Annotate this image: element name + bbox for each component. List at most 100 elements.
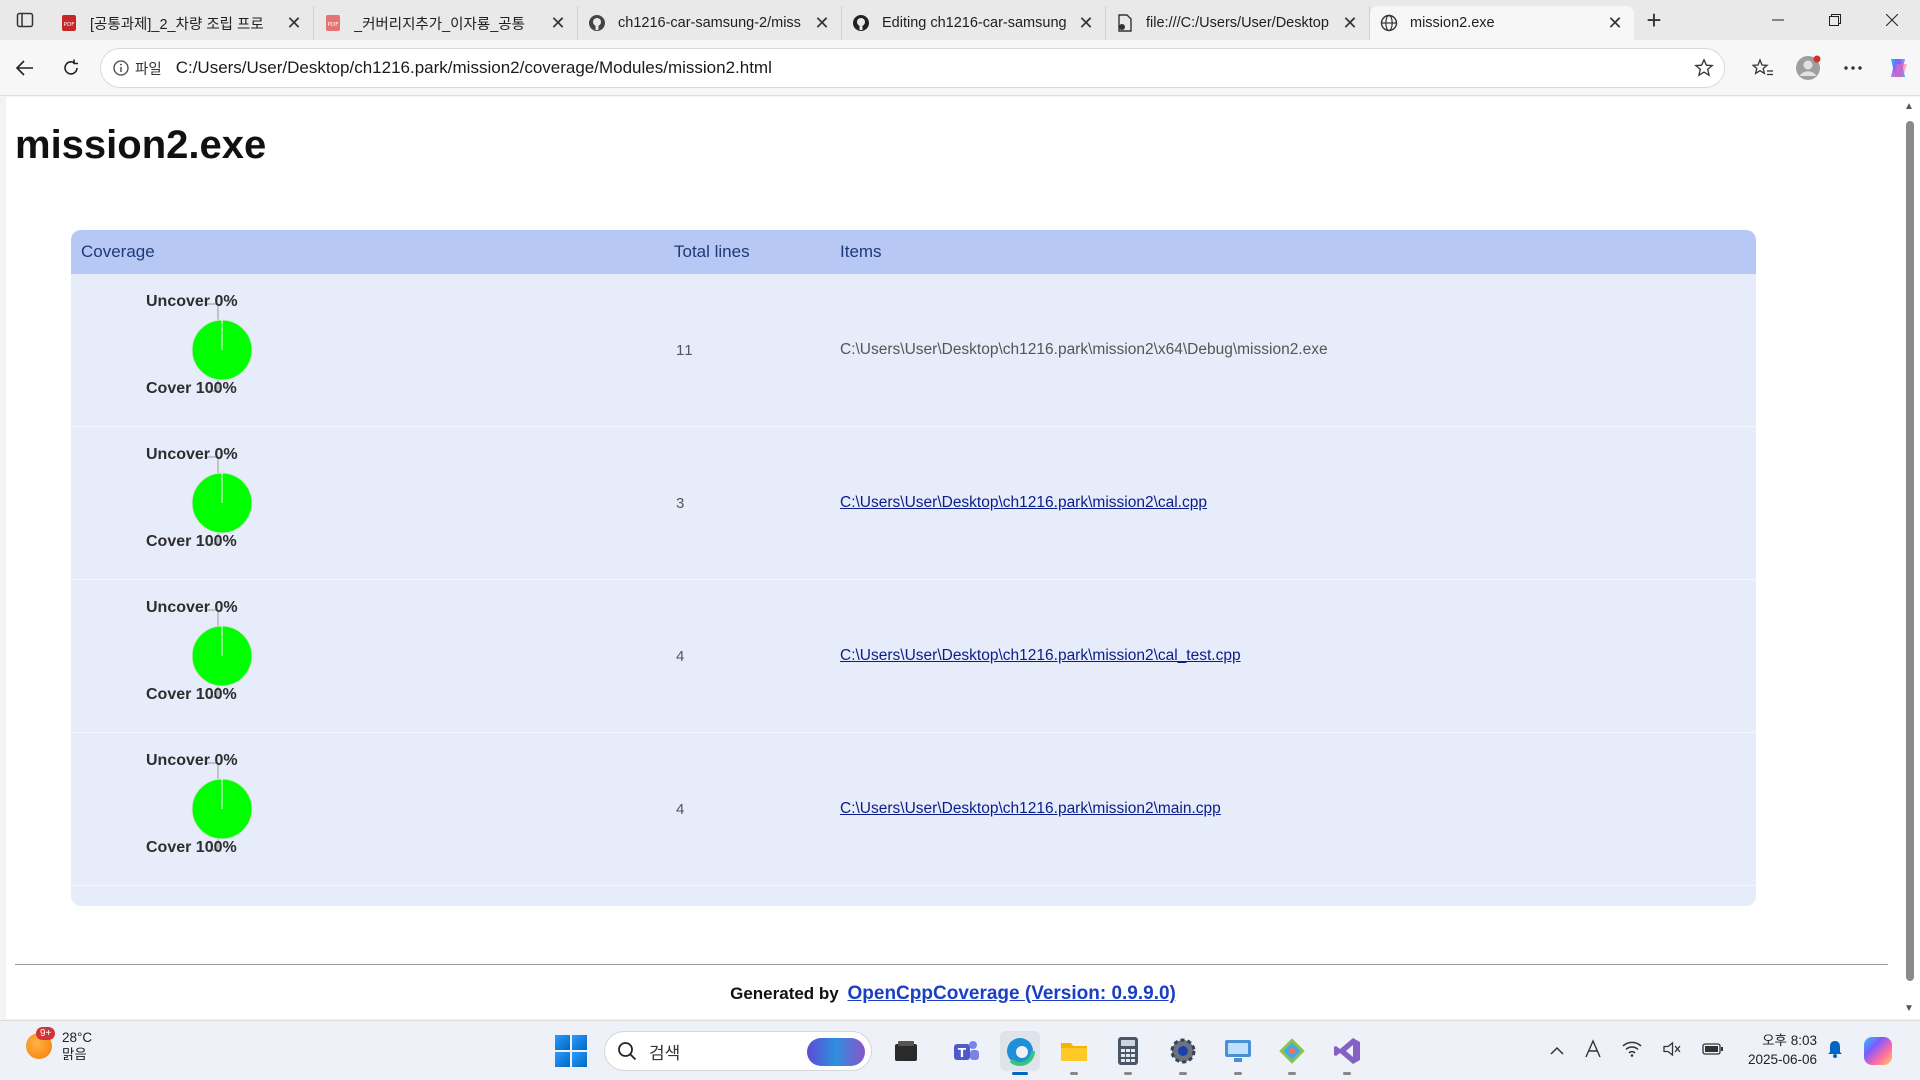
restore-button[interactable]: [1806, 0, 1863, 40]
page-title: mission2.exe: [15, 123, 267, 167]
table-row: Uncover 0% Cover 100% 11 C:\Users\User\D…: [71, 274, 1756, 427]
cover-label: Cover 100%: [146, 379, 237, 397]
notification-bell-icon[interactable]: [1826, 1039, 1844, 1064]
ime-icon[interactable]: [1584, 1039, 1602, 1064]
calculator-icon[interactable]: [1108, 1031, 1148, 1075]
item-link[interactable]: C:\Users\User\Desktop\ch1216.park\missio…: [840, 647, 1241, 664]
cover-label: Cover 100%: [146, 532, 237, 550]
pdf-icon: PDF: [324, 14, 342, 32]
restore-icon: [1828, 14, 1841, 26]
profile-button[interactable]: [1785, 48, 1830, 88]
minimize-icon: [1771, 19, 1784, 21]
footer: Generated by OpenCppCoverage (Version: 0…: [6, 983, 1900, 1005]
header-total-lines: Total lines: [674, 242, 750, 261]
coverage-pie-cell: Uncover 0% Cover 100%: [71, 427, 674, 580]
clock-time: 오후 8:03: [1762, 1033, 1817, 1048]
browser-toolbar: 파일 C:/Users/User/Desktop/ch1216.park/mis…: [0, 40, 1920, 96]
weather-condition: 맑음: [62, 1047, 87, 1062]
git-icon[interactable]: [1272, 1031, 1312, 1075]
coverage-table: Coverage Total lines Items Uncover 0% Co…: [71, 230, 1756, 906]
close-window-button[interactable]: [1863, 0, 1920, 40]
copilot-taskbar-icon[interactable]: [1864, 1037, 1892, 1065]
taskbar-clock[interactable]: 오후 8:03 2025-06-06: [1737, 1031, 1817, 1069]
close-icon[interactable]: ✕: [1341, 13, 1359, 34]
refresh-button[interactable]: [48, 48, 94, 88]
tab-title: _커버리지추가_이자룡_공통: [354, 16, 525, 33]
window-controls: [1749, 0, 1920, 40]
close-icon[interactable]: ✕: [813, 13, 831, 34]
cover-label: Cover 100%: [146, 838, 237, 856]
globe-icon: [1380, 14, 1398, 32]
more-dots-icon: [1843, 66, 1862, 70]
vertical-scrollbar[interactable]: ▲ ▼: [1900, 97, 1920, 1019]
weather-widget[interactable]: 9+ 28°C 맑음: [26, 1027, 93, 1063]
close-icon[interactable]: ✕: [1606, 13, 1624, 34]
item-cell: C:\Users\User\Desktop\ch1216.park\missio…: [840, 494, 1207, 512]
table-row: Uncover 0% Cover 100% 4 C:\Users\User\De…: [71, 580, 1756, 733]
tab-github-1[interactable]: ch1216-car-samsung-2/miss ✕: [578, 6, 842, 40]
teams-icon[interactable]: T: [946, 1031, 986, 1071]
uncover-label: Uncover 0%: [146, 445, 238, 463]
scrollbar-thumb[interactable]: [1906, 121, 1914, 981]
chevron-up-icon[interactable]: [1550, 1043, 1564, 1061]
scroll-down-icon[interactable]: ▼: [1904, 1003, 1914, 1014]
item-cell: C:\Users\User\Desktop\ch1216.park\missio…: [840, 647, 1241, 665]
settings-icon[interactable]: [1163, 1031, 1203, 1075]
search-placeholder: 검색: [649, 1043, 681, 1063]
close-icon[interactable]: ✕: [1077, 13, 1095, 34]
github-icon: [588, 14, 606, 32]
address-bar[interactable]: 파일 C:/Users/User/Desktop/ch1216.park/mis…: [100, 48, 1725, 88]
visual-studio-icon[interactable]: [1327, 1031, 1367, 1075]
more-button[interactable]: [1830, 48, 1875, 88]
item-link[interactable]: C:\Users\User\Desktop\ch1216.park\missio…: [840, 494, 1207, 511]
item-cell: C:\Users\User\Desktop\ch1216.park\missio…: [840, 800, 1221, 818]
total-lines-value: 3: [676, 494, 686, 512]
speaker-muted-icon[interactable]: [1662, 1041, 1682, 1062]
tab-github-2[interactable]: Editing ch1216-car-samsung ✕: [842, 6, 1106, 40]
file-explorer-app-icon[interactable]: [886, 1031, 926, 1071]
taskbar-search[interactable]: 검색: [604, 1031, 872, 1071]
sun-icon: 9+: [26, 1027, 56, 1059]
tab-pdf-1[interactable]: PDF [공통과제]_2_차량 조립 프로 ✕: [50, 6, 314, 40]
item-link[interactable]: C:\Users\User\Desktop\ch1216.park\missio…: [840, 800, 1221, 817]
start-button[interactable]: [555, 1035, 587, 1067]
scroll-up-icon[interactable]: ▲: [1904, 101, 1914, 112]
back-arrow-icon: [15, 59, 33, 76]
header-coverage: Coverage: [81, 242, 155, 261]
favorites-icon: [1751, 58, 1773, 76]
clock-date: 2025-06-06: [1747, 1052, 1817, 1067]
url-text[interactable]: C:/Users/User/Desktop/ch1216.park/missio…: [176, 58, 1684, 78]
tab-file[interactable]: file:///C:/Users/User/Desktop ✕: [1106, 6, 1370, 40]
opencppcoverage-link[interactable]: OpenCppCoverage (Version: 0.9.9.0): [848, 983, 1176, 1004]
favorite-star-button[interactable]: [1684, 58, 1724, 78]
new-tab-button[interactable]: +: [1634, 0, 1674, 40]
edge-icon[interactable]: [1000, 1031, 1040, 1075]
uncover-label: Uncover 0%: [146, 751, 238, 769]
wifi-icon[interactable]: [1622, 1041, 1642, 1062]
total-lines-value: 4: [676, 647, 686, 665]
tab-strip: PDF [공통과제]_2_차량 조립 프로 ✕ PDF _커버리지추가_이자룡_…: [0, 0, 1920, 40]
tab-mission2[interactable]: mission2.exe ✕: [1370, 6, 1634, 40]
footer-divider: [15, 964, 1888, 965]
tab-title: file:///C:/Users/User/Desktop: [1146, 15, 1329, 31]
header-items: Items: [840, 242, 882, 261]
site-info-button[interactable]: 파일: [113, 58, 162, 79]
close-icon[interactable]: ✕: [285, 13, 303, 34]
close-icon: [1885, 14, 1898, 26]
battery-icon[interactable]: [1702, 1042, 1724, 1061]
back-button[interactable]: [2, 48, 48, 88]
copilot-button[interactable]: [1875, 48, 1920, 88]
close-icon[interactable]: ✕: [549, 13, 567, 34]
search-icon: [618, 1042, 637, 1061]
tab-pdf-2[interactable]: PDF _커버리지추가_이자룡_공통 ✕: [314, 6, 578, 40]
remote-desktop-icon[interactable]: [1218, 1031, 1258, 1075]
cover-label: Cover 100%: [146, 685, 237, 703]
folder-icon[interactable]: [1054, 1031, 1094, 1075]
temperature: 28°C: [62, 1030, 93, 1045]
minimize-button[interactable]: [1749, 0, 1806, 40]
tab-actions-button[interactable]: [0, 0, 50, 40]
tab-title: mission2.exe: [1410, 15, 1495, 31]
star-icon: [1694, 58, 1714, 77]
notification-badge: 9+: [36, 1027, 56, 1040]
favorites-button[interactable]: [1740, 48, 1785, 88]
